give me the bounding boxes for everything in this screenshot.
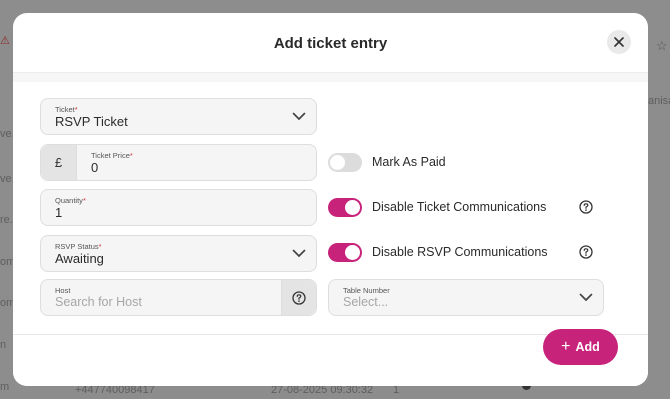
add-button-label: Add: [575, 340, 600, 354]
help-icon[interactable]: [579, 200, 593, 214]
host-search-field[interactable]: Host Search for Host: [40, 279, 317, 316]
star-icon: ☆: [656, 38, 668, 53]
help-icon[interactable]: [579, 245, 593, 259]
disable-rsvp-comms-row: Disable RSVP Communications: [328, 241, 548, 263]
ticket-value: RSVP Ticket: [55, 114, 128, 129]
rsvp-status-select[interactable]: RSVP Status* Awaiting: [40, 235, 317, 272]
disable-ticket-comms-label: Disable Ticket Communications: [372, 200, 547, 214]
modal-header: Add ticket entry: [13, 13, 648, 73]
quantity-label: Quantity*: [55, 196, 86, 205]
quantity-field[interactable]: Quantity* 1: [40, 189, 317, 226]
toggle-knob: [345, 199, 360, 215]
table-number-label: Table Number: [343, 286, 390, 295]
mark-as-paid-label: Mark As Paid: [372, 155, 446, 169]
mark-as-paid-toggle[interactable]: [328, 152, 362, 172]
close-button[interactable]: [607, 30, 631, 54]
bg-text: n: [0, 339, 7, 351]
ticket-price-label: Ticket Price*: [91, 151, 133, 160]
toggle-knob: [345, 244, 360, 260]
toggle-knob: [330, 154, 345, 170]
plus-icon: +: [561, 338, 571, 355]
chevron-down-icon: [579, 293, 593, 302]
mark-as-paid-row: Mark As Paid: [328, 151, 446, 173]
close-icon: [614, 37, 624, 47]
ticket-price-value: 0: [91, 160, 99, 175]
warning-icon: ⚠: [0, 35, 10, 47]
bg-text: anisat: [648, 95, 670, 107]
rsvp-status-value: Awaiting: [55, 251, 104, 266]
add-button[interactable]: + Add: [543, 329, 618, 365]
disable-rsvp-comms-toggle[interactable]: [328, 242, 362, 262]
host-help-button[interactable]: [281, 280, 316, 315]
chevron-down-icon: [292, 249, 306, 258]
host-label: Host: [55, 286, 71, 295]
bg-text: m: [0, 381, 10, 393]
disable-rsvp-comms-label: Disable RSVP Communications: [372, 245, 548, 259]
chevron-down-icon: [292, 112, 306, 121]
quantity-value: 1: [55, 205, 63, 220]
ticket-label: Ticket*: [55, 105, 78, 114]
table-number-select[interactable]: Table Number Select...: [328, 279, 604, 316]
host-placeholder: Search for Host: [55, 295, 142, 309]
rsvp-status-label: RSVP Status*: [55, 242, 102, 251]
ticket-select[interactable]: Ticket* RSVP Ticket: [40, 98, 317, 135]
disable-ticket-comms-toggle[interactable]: [328, 197, 362, 217]
modal-title: Add ticket entry: [273, 35, 388, 52]
help-icon: [292, 290, 306, 305]
currency-prefix: £: [41, 145, 77, 180]
table-number-placeholder: Select...: [343, 295, 389, 309]
disable-ticket-comms-row: Disable Ticket Communications: [328, 196, 546, 218]
ticket-price-field[interactable]: £ Ticket Price* 0: [40, 144, 317, 181]
